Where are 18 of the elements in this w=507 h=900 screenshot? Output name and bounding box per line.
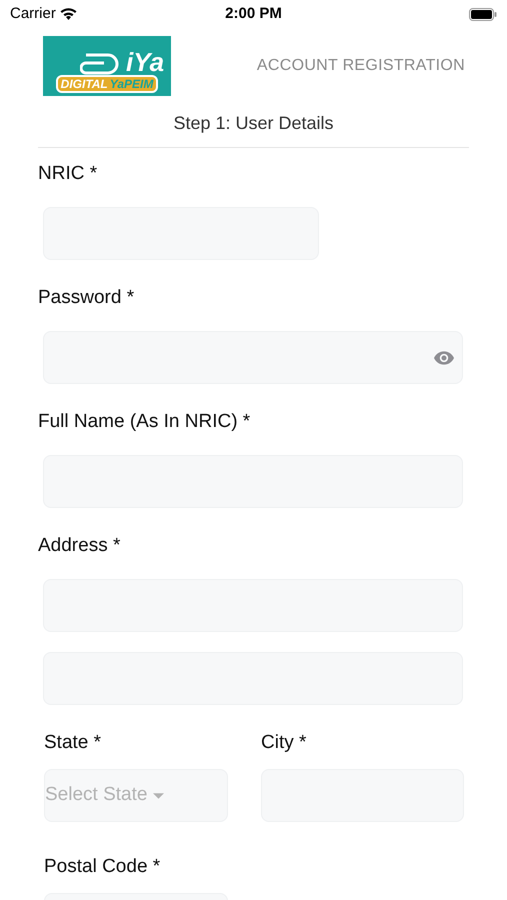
logo: iYa DIGITAL YaPEIM bbox=[43, 36, 171, 96]
field-label: State * bbox=[44, 731, 102, 755]
wifi-icon bbox=[60, 8, 77, 20]
password-field[interactable] bbox=[43, 331, 463, 384]
state-dropdown[interactable]: Select State bbox=[44, 769, 228, 822]
status-time: 2:00 PM bbox=[225, 4, 282, 24]
eye-icon[interactable] bbox=[434, 350, 454, 364]
field-label: Password * bbox=[37, 286, 136, 310]
battery-icon bbox=[468, 8, 497, 20]
caret-icon bbox=[153, 792, 164, 798]
page-title: ACCOUNT REGISTRATION bbox=[256, 56, 465, 76]
carrier-label: Carrier bbox=[10, 4, 56, 24]
field-label: Postal Code * bbox=[44, 855, 162, 879]
field-label: Address * bbox=[37, 534, 122, 558]
field-label: NRIC * bbox=[37, 162, 98, 186]
step-title: Step 1: User Details bbox=[173, 112, 334, 135]
field-label: Full Name (As In NRIC) * bbox=[37, 410, 252, 434]
field-label: City * bbox=[261, 731, 308, 755]
